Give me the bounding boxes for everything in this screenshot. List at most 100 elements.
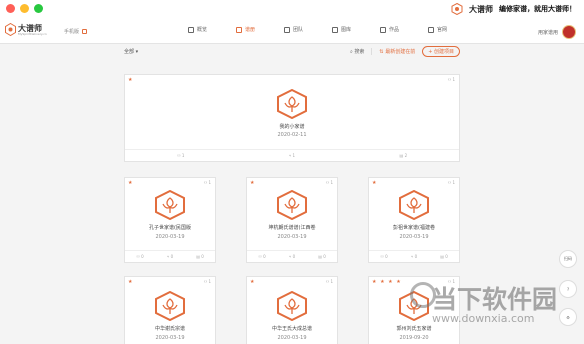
- avatar[interactable]: [562, 25, 576, 39]
- star-flag-icon: ★: [372, 180, 378, 186]
- chevron-down-icon: ▾: [135, 49, 139, 55]
- nav-logo-subtitle: MySpiritDelivery.cn: [18, 31, 47, 36]
- star-flag-icon: ★: [128, 279, 134, 285]
- project-date: 2020-02-11: [277, 132, 307, 138]
- book-count: ▤ 0: [318, 254, 326, 259]
- user-label: 用家谱用: [537, 29, 558, 36]
- project-name: 坤杭朗氏谱谱(江西卷: [268, 225, 316, 231]
- project-name: 中华谢氏宗谱: [154, 326, 185, 332]
- star-flag-icon: ★: [128, 180, 134, 186]
- project-stats: ⚇ 1 ⑂ 1 ▤ 2: [125, 149, 459, 161]
- people-count: ⚇ 0: [136, 254, 144, 259]
- book-count: ▤ 0: [440, 254, 448, 259]
- member-count: ⚇ 1: [325, 279, 333, 284]
- project-card[interactable]: ★ ⚇ 1 中华王氏大成总谱 2020-03-19: [246, 276, 338, 344]
- project-card[interactable]: ★ ⚇ 1 我的小家谱 2020-02-11 ⚇ 1 ⑂ 1 ▤ 2: [124, 74, 460, 162]
- branch-count: ⑂ 1: [288, 153, 296, 158]
- tab-overview[interactable]: 概览: [188, 26, 236, 33]
- works-icon: [380, 26, 386, 33]
- close-window-button[interactable]: [6, 4, 15, 13]
- search-button[interactable]: ⌕ 搜索: [350, 48, 364, 55]
- star-flag-icon: ★: [128, 77, 134, 83]
- brand-logo-icon: [451, 3, 463, 15]
- nav-tabs: 概览 谱册 团队 图库 作品 官网: [188, 26, 476, 33]
- sort-button[interactable]: ⇅ 最新创建在前: [379, 48, 415, 55]
- tab-books[interactable]: 谱册: [236, 26, 284, 33]
- branch-count: ⑂ 0: [288, 254, 296, 259]
- member-count: ⚇ 1: [447, 180, 455, 185]
- home-icon: [428, 26, 434, 33]
- star-rating-icon: ★ ★ ★ ★: [372, 279, 402, 285]
- watermark: 当下软件园 www.downxia.com: [410, 276, 582, 340]
- divider: [371, 48, 373, 55]
- user-menu[interactable]: 用家谱用: [538, 25, 576, 39]
- scan-qr-button[interactable]: 扫码: [559, 250, 577, 268]
- family-emblem-icon: [399, 190, 429, 220]
- branch-count: ⑂ 0: [166, 254, 174, 259]
- brand-name: 大谱师: [469, 3, 493, 14]
- top-brand: 大谱师 编修家谱，就用大谱师！: [451, 2, 576, 16]
- people-count: ⚇ 0: [258, 254, 266, 259]
- watermark-url: www.downxia.com: [432, 312, 535, 325]
- project-stats: ⚇ 0 ⑂ 0 ▤ 0: [247, 250, 337, 262]
- member-count: ⚇ 1: [325, 180, 333, 185]
- project-name: 中华王氏大成总谱: [271, 326, 312, 332]
- sort-icon: ⇅: [379, 49, 384, 55]
- people-count: ⚇ 0: [380, 254, 388, 259]
- family-emblem-icon: [277, 89, 307, 119]
- edit-icon: [82, 29, 88, 34]
- project-date: 2020-03-19: [277, 335, 307, 341]
- tab-works[interactable]: 作品: [380, 26, 428, 33]
- toolbar-actions: ⌕ 搜索 ⇅ 最新创建在前 + 创建项目: [350, 46, 460, 57]
- qr-icon: 扫码: [564, 256, 572, 261]
- project-name: 彭祖世家谱(福建卷: [393, 225, 435, 231]
- project-card[interactable]: ★ ⚇ 1 中华谢氏宗谱 2020-03-19: [124, 276, 216, 344]
- member-count: ⚇ 1: [203, 180, 211, 185]
- nav-logo-name: 大谱师: [18, 22, 42, 33]
- search-icon: ⌕: [349, 49, 353, 55]
- star-flag-icon: ★: [250, 180, 256, 186]
- image-icon: [332, 26, 338, 33]
- member-count: ⚇ 1: [203, 279, 211, 284]
- family-emblem-icon: [277, 291, 307, 321]
- family-emblem-icon: [155, 190, 185, 220]
- book-icon: [236, 26, 242, 33]
- mobile-version-link[interactable]: 手机版: [64, 28, 88, 35]
- family-emblem-icon: [277, 190, 307, 220]
- main-navbar: 大谱师 MySpiritDelivery.cn 手机版 概览 谱册 团队 图库 …: [0, 18, 584, 44]
- create-project-button[interactable]: + 创建项目: [422, 46, 460, 57]
- overview-icon: [188, 26, 194, 33]
- list-toolbar: 全部 ▾ ⌕ 搜索 ⇅ 最新创建在前 + 创建项目: [124, 46, 460, 58]
- tab-team[interactable]: 团队: [284, 26, 332, 33]
- project-stats: ⚇ 0 ⑂ 0 ▤ 0: [369, 250, 459, 262]
- member-count: ⚇ 1: [447, 77, 455, 82]
- team-icon: [284, 26, 290, 33]
- people-count: ⚇ 1: [176, 153, 185, 158]
- project-date: 2020-03-19: [155, 335, 185, 341]
- logo-hexagon-icon: [5, 23, 16, 36]
- watermark-text: 当下软件园: [432, 285, 558, 314]
- family-emblem-icon: [155, 291, 185, 321]
- tab-gallery[interactable]: 图库: [332, 26, 380, 33]
- project-stats: ⚇ 0 ⑂ 0 ▤ 0: [125, 250, 215, 262]
- star-flag-icon: ★: [250, 279, 256, 285]
- brand-slogan: 编修家谱，就用大谱师！: [499, 4, 576, 13]
- project-card[interactable]: ★ ⚇ 1 彭祖世家谱(福建卷 2020-03-19 ⚇ 0 ⑂ 0 ▤ 0: [368, 177, 460, 263]
- project-name: 孔子世家谱(民国版: [149, 225, 191, 231]
- tab-website[interactable]: 官网: [428, 26, 476, 33]
- maximize-window-button[interactable]: [34, 4, 43, 13]
- filter-dropdown[interactable]: 全部 ▾: [124, 48, 138, 55]
- project-date: 2020-03-19: [277, 234, 307, 240]
- book-count: ▤ 0: [196, 254, 204, 259]
- nav-logo[interactable]: 大谱师 MySpiritDelivery.cn: [5, 23, 47, 36]
- branch-count: ⑂ 0: [410, 254, 418, 259]
- project-card[interactable]: ★ ⚇ 1 孔子世家谱(民国版 2020-03-19 ⚇ 0 ⑂ 0 ▤ 0: [124, 177, 216, 263]
- book-count: ▤ 2: [399, 153, 408, 158]
- mobile-version-label: 手机版: [64, 29, 80, 35]
- project-date: 2020-03-19: [155, 234, 185, 240]
- project-date: 2020-03-19: [399, 234, 429, 240]
- project-card[interactable]: ★ ⚇ 1 坤杭朗氏谱谱(江西卷 2020-03-19 ⚇ 0 ⑂ 0 ▤ 0: [246, 177, 338, 263]
- window-titlebar: 大谱师 编修家谱，就用大谱师！: [0, 0, 584, 18]
- minimize-window-button[interactable]: [20, 4, 29, 13]
- project-name: 我的小家谱: [279, 124, 305, 130]
